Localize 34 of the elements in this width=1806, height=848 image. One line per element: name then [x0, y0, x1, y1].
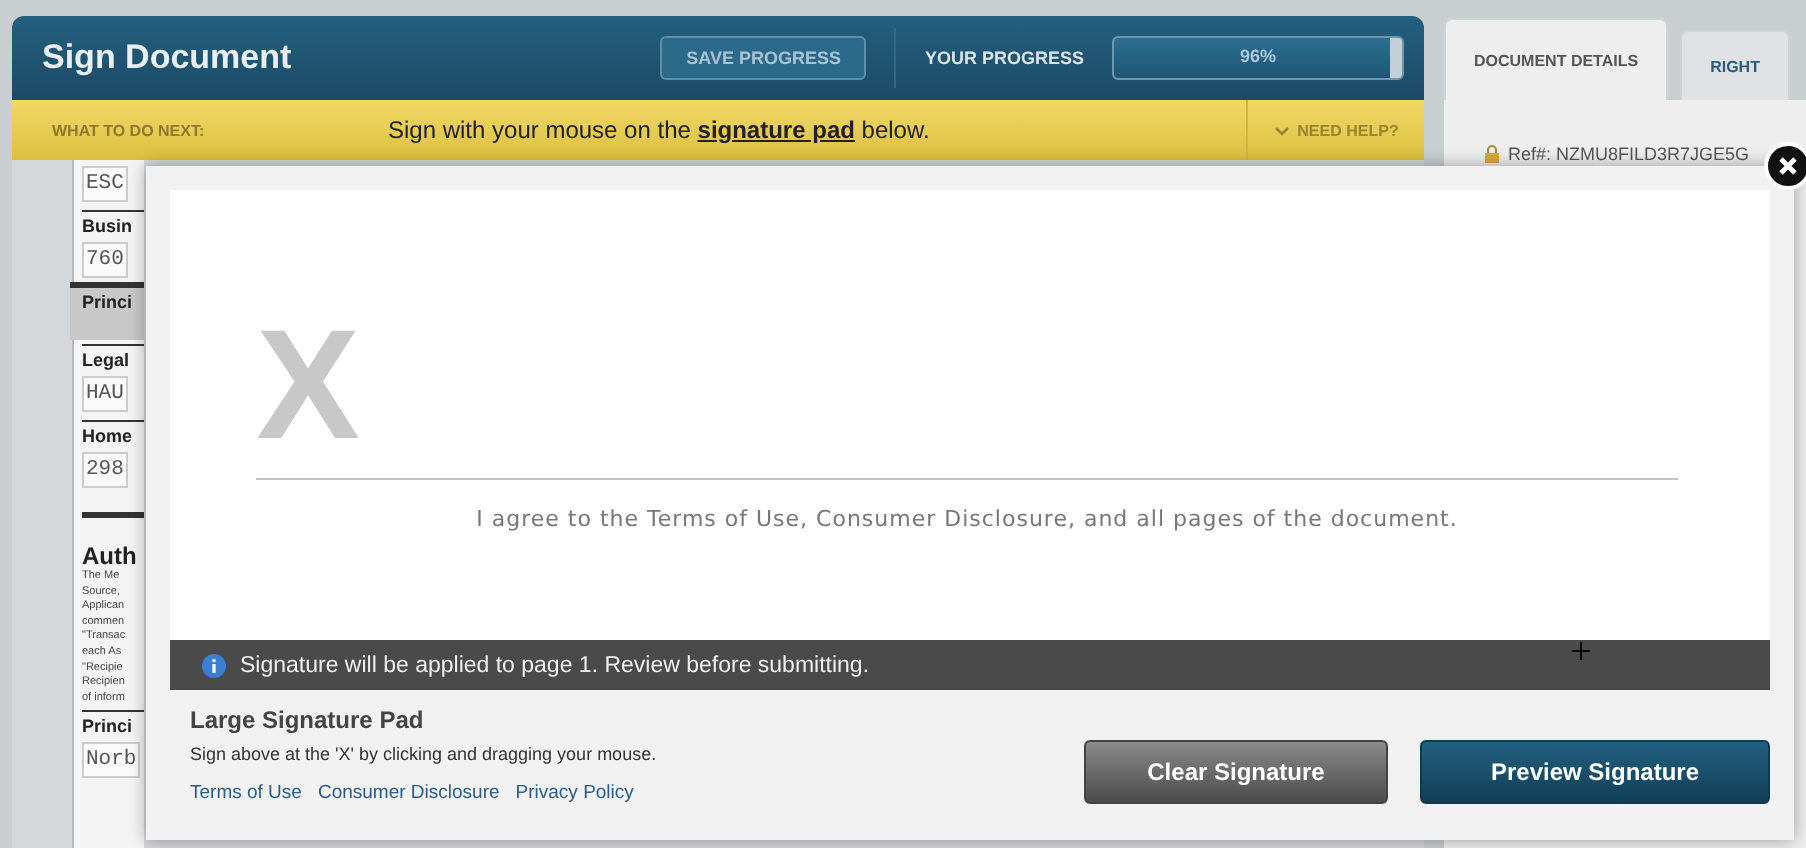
- form-label: Busin: [82, 210, 144, 236]
- form-field-value: 298: [82, 452, 128, 488]
- panel-tab[interactable]: RIGHT: [1680, 30, 1790, 100]
- agreement-text: I agree to the Terms of Use, Consumer Disclosure, and all pages of the document.: [474, 506, 1460, 532]
- info-icon: [202, 653, 226, 677]
- footer-link[interactable]: Privacy Policy: [515, 782, 634, 804]
- page-title: Sign Document: [42, 38, 294, 78]
- form-label: Home: [82, 420, 144, 446]
- footer-link[interactable]: Consumer Disclosure: [317, 782, 500, 804]
- form-field-value: Norb: [82, 742, 141, 779]
- form-label: Legal: [82, 344, 144, 370]
- footer-link[interactable]: Terms of Use: [190, 782, 302, 804]
- need-help-label: NEED HELP?: [1297, 121, 1399, 139]
- form-field-value: 760: [82, 242, 128, 278]
- crosshair-cursor-icon: [1572, 642, 1590, 660]
- signature-pad-link[interactable]: signature pad: [697, 116, 855, 144]
- progress-reading: 96%: [1237, 46, 1278, 66]
- save-progress-button[interactable]: SAVE PROGRESS: [660, 36, 867, 80]
- next-step-label: WHAT TO DO NEXT:: [52, 121, 207, 139]
- dialog-hint: Sign above at the 'X' by clicking and dragging your mouse.: [190, 744, 659, 764]
- form-field-value: HAU: [82, 376, 128, 412]
- form-field-value: ESC: [82, 166, 128, 202]
- preview-signature-button[interactable]: Preview Signature: [1420, 739, 1770, 803]
- dialog-title: Large Signature Pad: [190, 706, 426, 734]
- close-icon: [1778, 156, 1798, 176]
- chevron-down-icon: [1273, 125, 1290, 135]
- instruction-text: Sign with your mouse on the signature pad below.: [388, 116, 932, 144]
- lock-icon: [1484, 144, 1500, 164]
- panel-tab[interactable]: DOCUMENT DETAILS: [1444, 18, 1669, 100]
- form-label: Princi: [82, 710, 144, 737]
- clear-signature-button[interactable]: Clear Signature: [1084, 739, 1388, 803]
- form-label: Princi: [70, 282, 144, 340]
- reference-number: Ref#: NZMU8FILD3R7JGE5G: [1508, 144, 1750, 164]
- notice-text: Signature will be applied to page 1. Review before submitting.: [240, 653, 870, 677]
